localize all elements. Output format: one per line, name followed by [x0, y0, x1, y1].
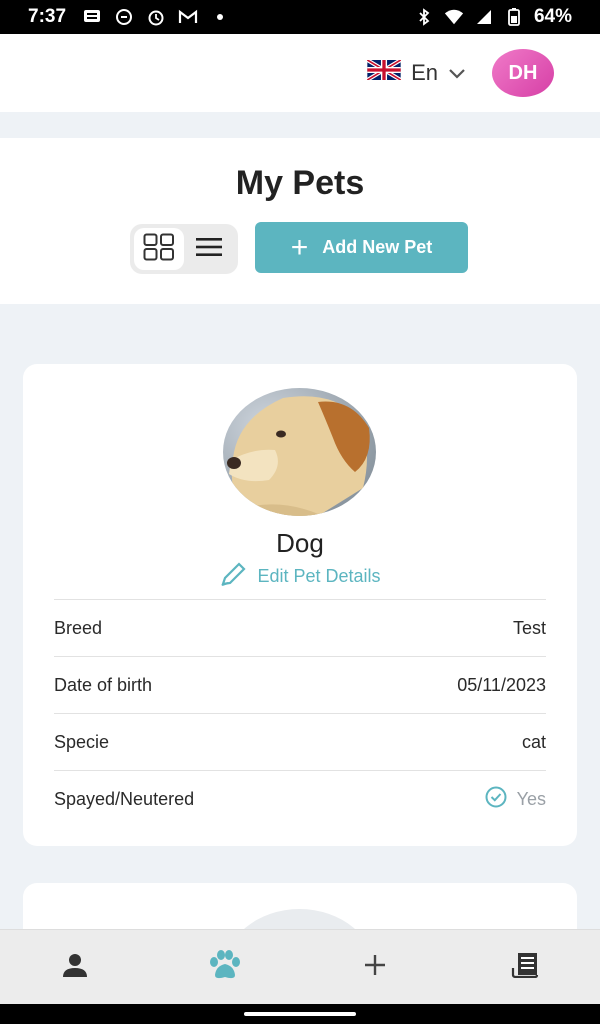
list-view-button[interactable] [184, 228, 234, 270]
paw-icon [208, 949, 242, 985]
detail-label: Breed [54, 617, 103, 638]
spayed-status: Yes [485, 786, 546, 813]
edit-pet-details-link[interactable]: Edit Pet Details [23, 562, 577, 591]
home-indicator[interactable] [244, 1012, 356, 1016]
add-new-pet-button[interactable]: + Add New Pet [255, 222, 468, 273]
detail-row-specie: Specie cat [54, 713, 546, 770]
wifi-icon [444, 8, 464, 26]
signal-icon [474, 8, 494, 26]
pet-details-list: Breed Test Date of birth 05/11/2023 Spec… [54, 599, 546, 827]
pet-photo [223, 388, 376, 516]
top-bar: En DH [0, 34, 600, 112]
chevron-down-icon [448, 60, 466, 86]
receipt-icon [511, 952, 539, 983]
detail-value: cat [521, 731, 546, 752]
battery-icon [504, 8, 524, 26]
detail-row-breed: Breed Test [54, 599, 546, 656]
pets-header: My Pets + Add New Pet [0, 138, 600, 304]
language-selector[interactable]: En [366, 58, 466, 86]
uk-flag-icon [366, 58, 402, 86]
status-bar: 7:37 64% [0, 0, 600, 34]
pet-name: Dog [276, 528, 324, 558]
plus-icon: + [290, 230, 309, 264]
page-title: My Pets [235, 164, 365, 202]
nav-pets[interactable] [195, 937, 255, 997]
language-label: En [411, 60, 438, 85]
view-toggle [130, 224, 238, 274]
nav-records[interactable] [495, 937, 555, 997]
person-icon [61, 952, 89, 983]
grid-view-icon [143, 233, 175, 266]
detail-label: Date of birth [54, 674, 153, 695]
edit-pet-details-label: Edit Pet Details [257, 566, 381, 586]
avatar[interactable]: DH [492, 49, 554, 97]
detail-value: Test [512, 617, 546, 638]
avatar-initials: DH [508, 61, 538, 84]
bluetooth-icon [414, 8, 434, 26]
bottom-navigation [0, 929, 600, 1004]
detail-value: 05/11/2023 [457, 674, 546, 695]
pet-card[interactable]: Dog Edit Pet Details Breed Test Date of … [23, 364, 577, 846]
nav-add[interactable] [345, 937, 405, 997]
nav-profile[interactable] [45, 937, 105, 997]
pencil-icon [219, 562, 247, 591]
detail-row-date-of-birth: Date of birth 05/11/2023 [54, 656, 546, 713]
plus-icon [363, 953, 387, 982]
gmail-icon [178, 8, 198, 26]
detail-value: Yes [516, 788, 546, 809]
status-time: 7:37 [28, 6, 67, 27]
message-icon [82, 8, 102, 26]
detail-label: Spayed/Neutered [54, 788, 195, 809]
dot-icon [210, 8, 230, 26]
notification-icons [82, 8, 230, 26]
detail-row-spayed-neutered: Spayed/Neutered Yes [54, 770, 546, 827]
gesture-bar [0, 1004, 600, 1024]
grid-view-button[interactable] [134, 228, 184, 270]
list-view-icon [195, 236, 223, 263]
alarm-icon [146, 8, 166, 26]
sync-icon [114, 8, 134, 26]
add-new-pet-label: Add New Pet [322, 237, 433, 257]
check-circle-icon [485, 786, 507, 813]
detail-label: Specie [54, 731, 110, 752]
battery-percent: 64% [533, 6, 572, 27]
